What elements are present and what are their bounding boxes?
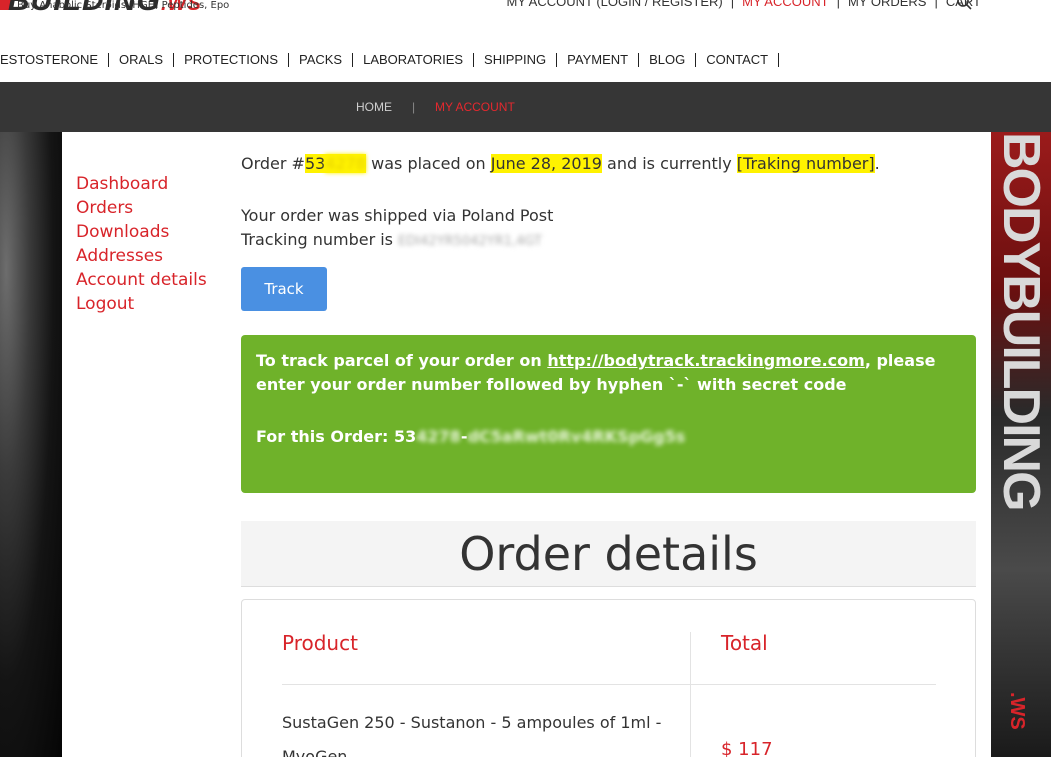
site-logo[interactable]: BUILDING.WS Buy Anabolic Steroids, HGH, …	[0, 0, 230, 30]
nav-item-testosterone[interactable]: ESTOSTERONE	[0, 53, 110, 67]
my-orders-link[interactable]: MY ORDERS	[848, 0, 927, 10]
account-nav-logout[interactable]: Logout	[76, 292, 207, 316]
account-nav-downloads[interactable]: Downloads	[76, 220, 207, 244]
top-links: MY ACCOUNT (LOGIN / REGISTER) | MY ACCOU…	[507, 0, 981, 10]
row-divider	[282, 684, 936, 685]
order-details-title: Order details	[459, 527, 758, 581]
order-placed-text: was placed on	[366, 154, 491, 173]
order-date: June 28, 2019	[490, 154, 602, 173]
main-nav: ESTOSTERONE ORALS PROTECTIONS PACKS LABO…	[0, 50, 780, 70]
order-status: [Traking number]	[736, 154, 875, 173]
my-account-link[interactable]: MY ACCOUNT	[742, 0, 828, 10]
separator: |	[934, 0, 938, 9]
tracking-order-code: For this Order: 534278-dC5aRwt0Rv4RKSpGg…	[256, 427, 686, 446]
account-nav-account-details[interactable]: Account details	[76, 268, 207, 292]
login-register-link[interactable]: MY ACCOUNT (LOGIN / REGISTER)	[507, 0, 723, 10]
separator: |	[836, 0, 840, 9]
breadcrumb: HOME | MY ACCOUNT	[0, 82, 1051, 132]
track-button[interactable]: Track	[241, 267, 327, 311]
order-summary: Order #534278 was placed on June 28, 201…	[241, 152, 880, 176]
side-banner: BODYBUILDING .WS	[991, 132, 1051, 757]
banner-suffix: .WS	[1006, 692, 1028, 730]
shipping-method: Your order was shipped via Poland Post	[241, 206, 554, 225]
tracking-number: Tracking number is EDI42YR5042YR1,4GT	[241, 230, 542, 249]
nav-item-blog[interactable]: BLOG	[639, 53, 697, 67]
breadcrumb-current: MY ACCOUNT	[435, 100, 515, 114]
tracking-site-link[interactable]: http://bodytrack.trackingmore.com	[547, 351, 865, 370]
breadcrumb-separator: |	[412, 100, 416, 114]
account-navigation: Dashboard Orders Downloads Addresses Acc…	[76, 172, 207, 316]
search-icon[interactable]	[956, 0, 972, 10]
column-divider	[690, 632, 691, 757]
period: .	[874, 154, 880, 173]
product-total: $ 117	[721, 739, 773, 757]
order-details-table: Product Total SustaGen 250 - Sustanon - …	[241, 599, 976, 757]
order-prefix: Order #	[241, 154, 305, 173]
tracking-value: EDI42YR5042YR1,4GT	[398, 234, 542, 249]
tracking-instructions: To track parcel of your order on http://…	[256, 351, 936, 394]
banner-word: BODYBUILDING	[992, 132, 1050, 510]
tracking-notice: To track parcel of your order on http://…	[241, 335, 976, 493]
nav-item-shipping[interactable]: SHIPPING	[474, 53, 558, 67]
order-details-header: Order details	[241, 521, 976, 587]
nav-item-contact[interactable]: CONTACT	[696, 53, 780, 67]
column-header-product: Product	[282, 631, 358, 655]
nav-item-payment[interactable]: PAYMENT	[557, 53, 640, 67]
separator: |	[730, 0, 735, 9]
column-header-total: Total	[721, 631, 768, 655]
account-nav-addresses[interactable]: Addresses	[76, 244, 207, 268]
nav-item-laboratories[interactable]: LABORATORIES	[353, 53, 475, 67]
site-tagline: Buy Anabolic Steroids, HGH, Peptides, Ep…	[17, 0, 230, 11]
nav-item-protections[interactable]: PROTECTIONS	[174, 53, 289, 67]
account-nav-orders[interactable]: Orders	[76, 196, 207, 220]
bodybuilder-image	[0, 132, 62, 757]
account-nav-dashboard[interactable]: Dashboard	[76, 172, 207, 196]
nav-item-orals[interactable]: ORALS	[109, 53, 175, 67]
breadcrumb-home[interactable]: HOME	[356, 99, 392, 115]
product-name[interactable]: SustaGen 250 - Sustanon - 5 ampoules of …	[282, 706, 662, 757]
order-number: 534278	[304, 154, 367, 173]
order-status-text: and is currently	[601, 154, 737, 173]
nav-item-packs[interactable]: PACKS	[289, 53, 354, 67]
